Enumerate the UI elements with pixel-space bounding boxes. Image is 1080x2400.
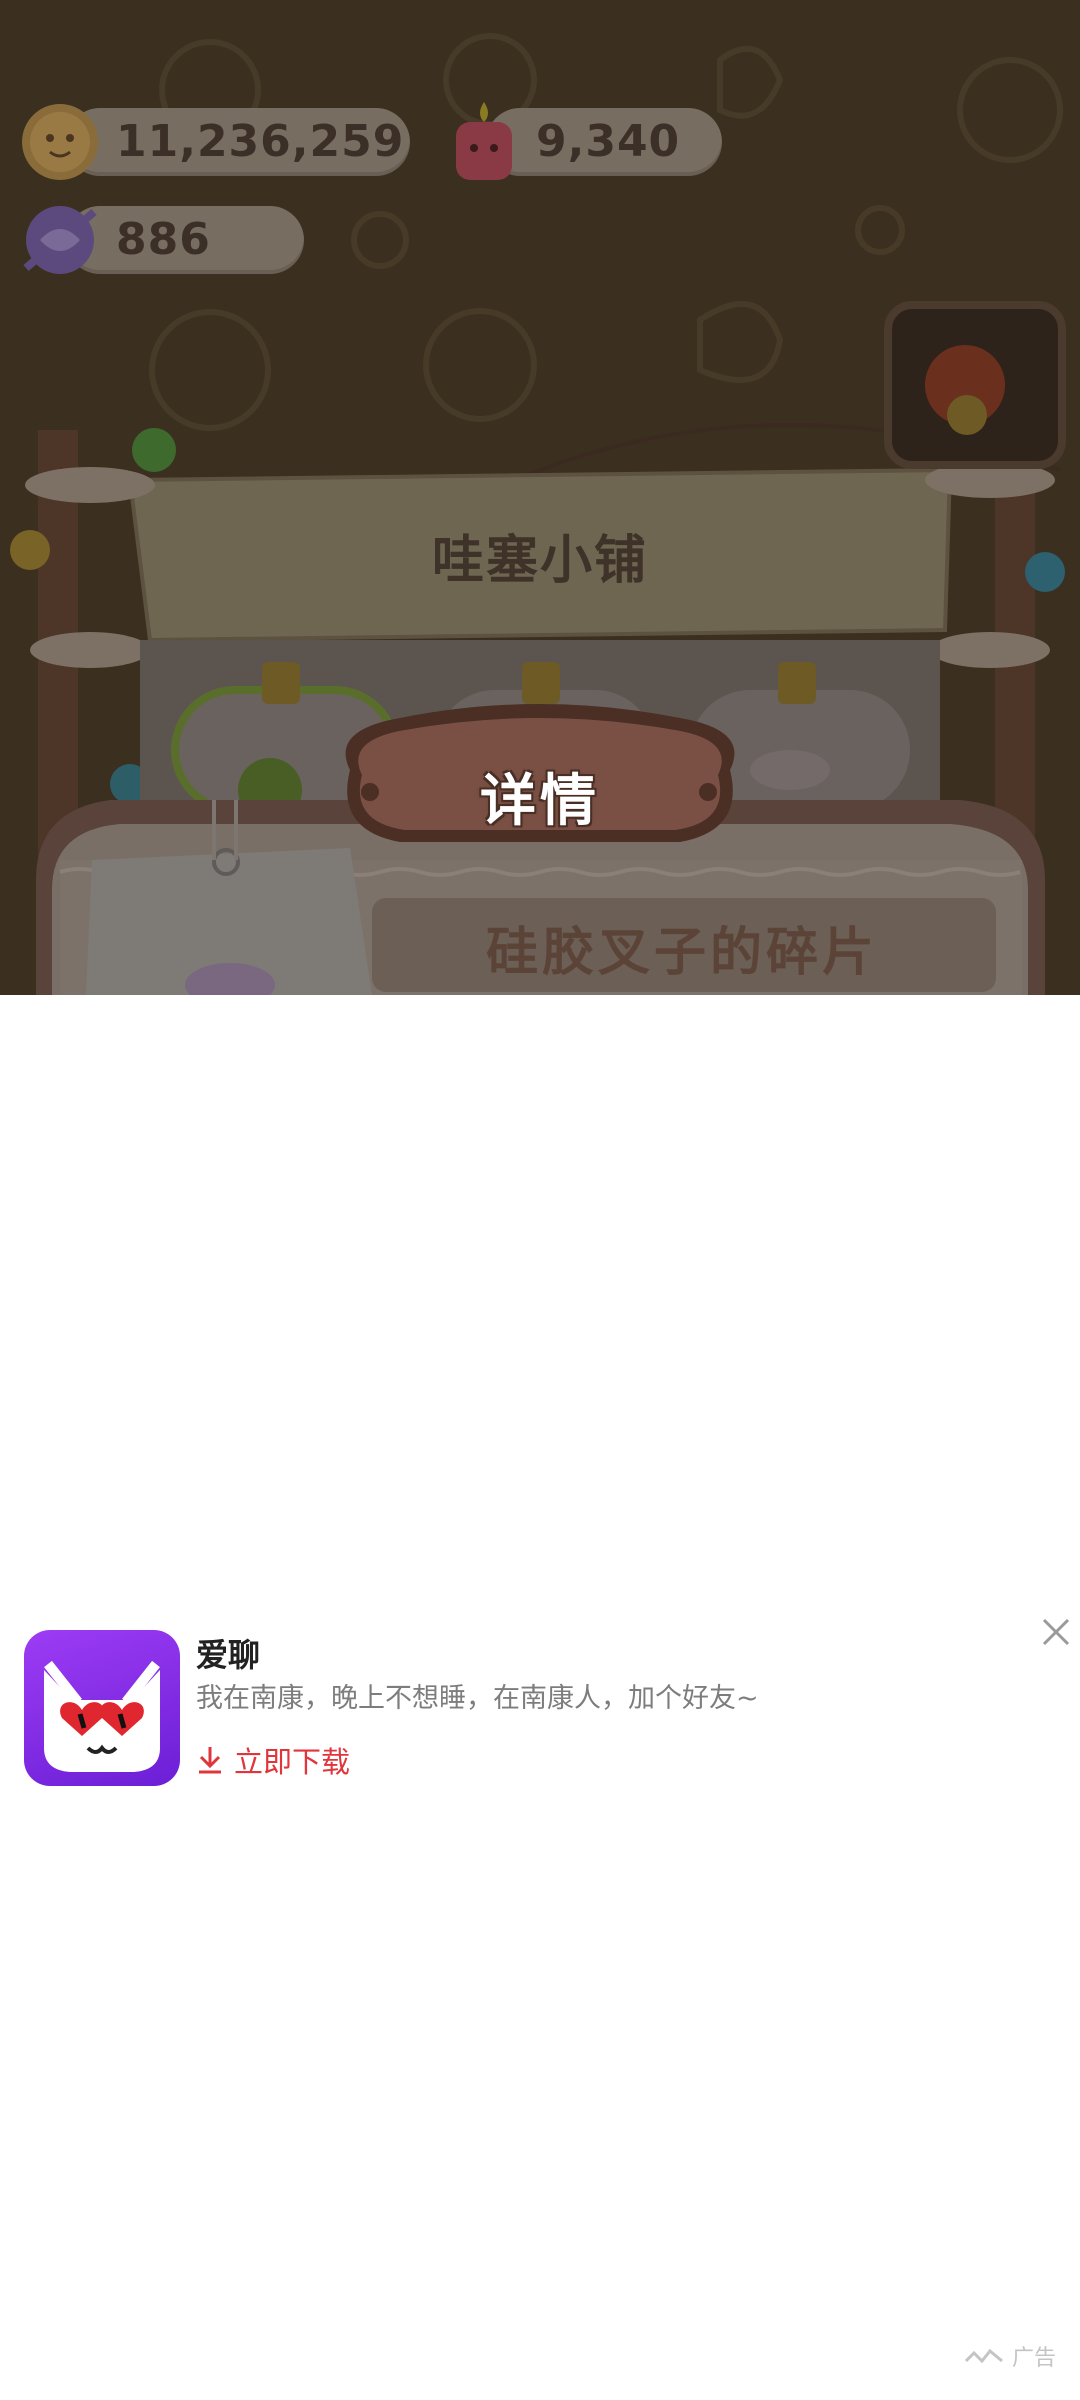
candles-value: 9,340 — [536, 116, 681, 167]
candy-value: 886 — [116, 214, 211, 265]
ad-app-name[interactable]: 爱聊 — [196, 1630, 260, 1676]
ad-label: 广告 — [1012, 2346, 1057, 2371]
download-arrow-icon — [199, 1747, 221, 1774]
dialog-title: 详情 — [480, 769, 600, 834]
download-button[interactable]: 立即下载 — [196, 1738, 350, 1782]
cat-hearts-icon — [44, 1660, 160, 1772]
ad-brand-icon — [964, 2348, 1003, 2364]
game-area: 11,236,259 9,340 886 哇塞小铺 详情 硅胶叉子的碎片 — [0, 0, 1080, 995]
ad-marker: 广告 — [964, 2340, 1056, 2372]
download-label: 立即下载 — [234, 1745, 351, 1779]
candle-icon — [456, 102, 512, 180]
coins-value: 11,236,259 — [116, 116, 405, 167]
ad-description: 我在南康，晚上不想睡，在南康人，加个好友~ — [196, 1683, 759, 1714]
item-name: 硅胶叉子的碎片 — [485, 923, 878, 983]
cookie-coin-icon — [22, 104, 98, 180]
candy-icon — [23, 206, 97, 274]
ad-app-icon[interactable] — [24, 1630, 180, 1786]
shop-title: 哇塞小铺 — [431, 531, 648, 591]
close-icon[interactable] — [1038, 1614, 1074, 1650]
